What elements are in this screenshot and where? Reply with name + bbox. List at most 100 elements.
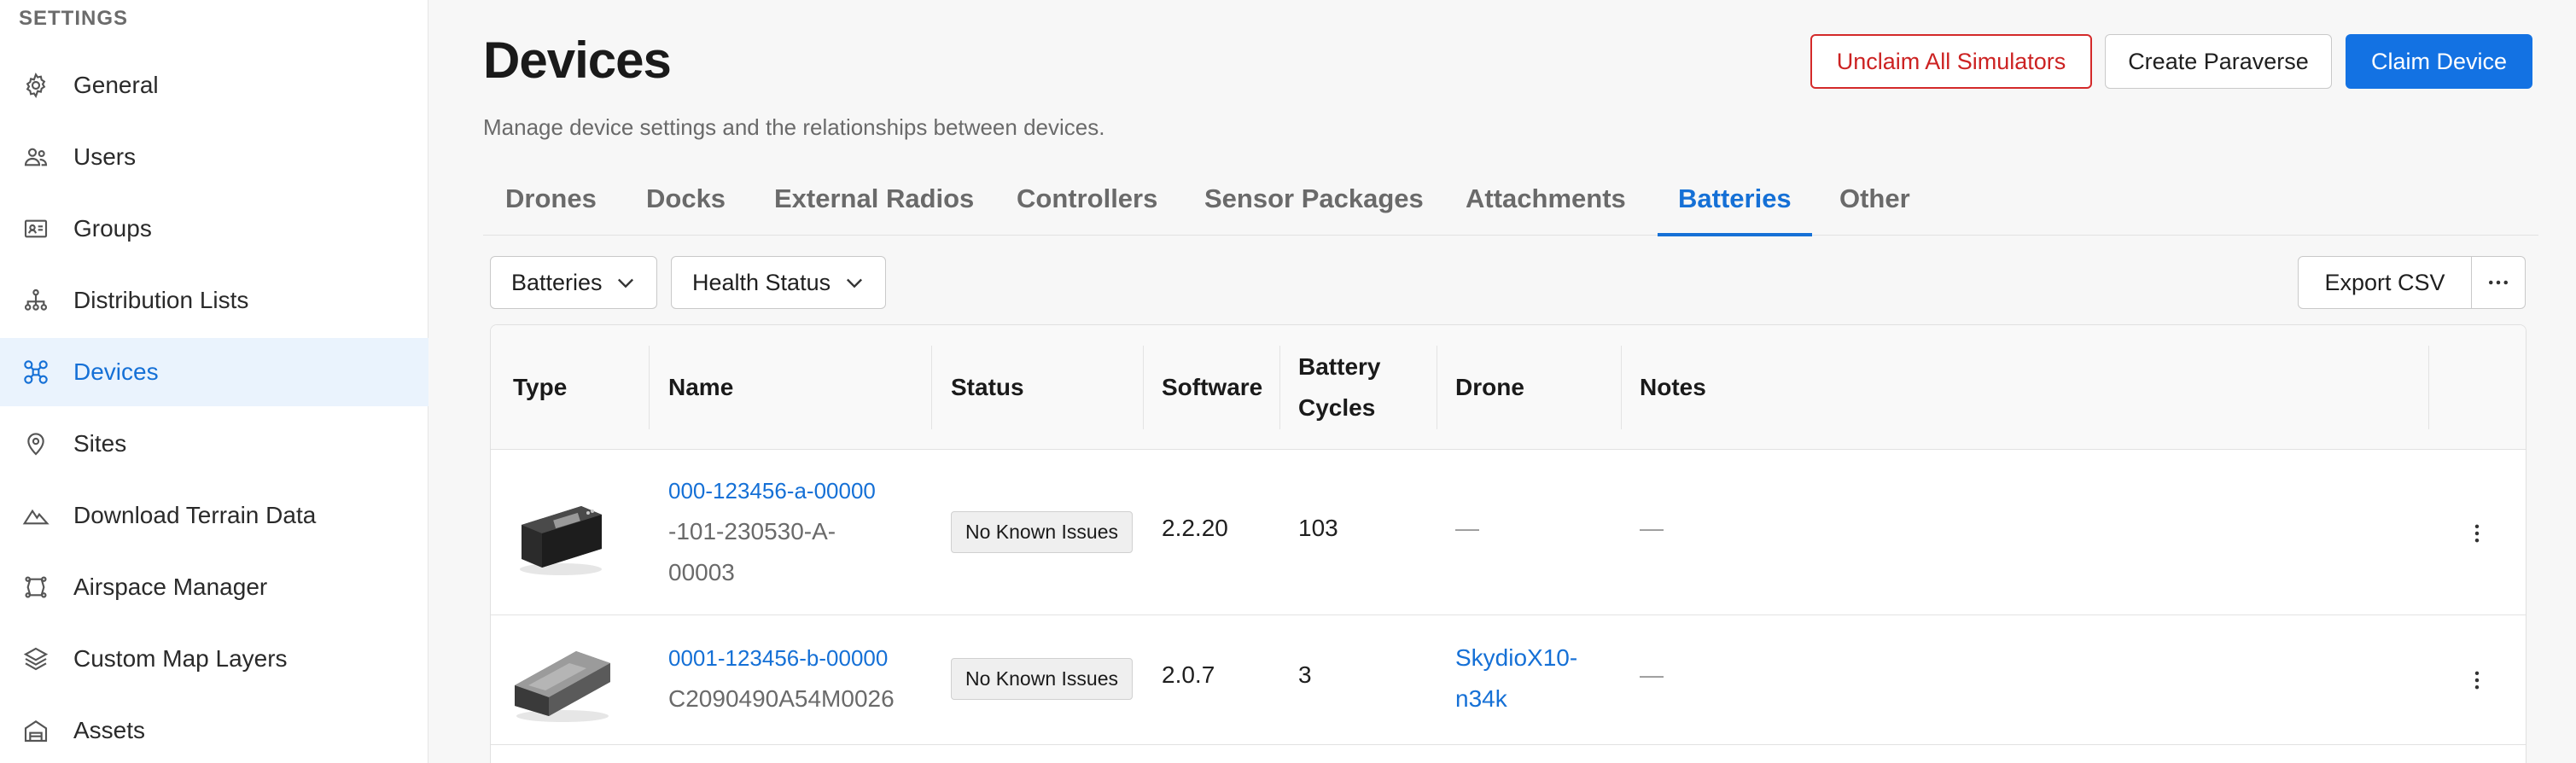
column-divider [1621, 346, 1622, 429]
software-version: 2.0.7 [1162, 661, 1215, 688]
page-title: Devices [483, 32, 672, 89]
main-content: Devices Manage device settings and the r… [428, 0, 2576, 763]
sidebar-item-groups[interactable]: Groups [0, 195, 428, 263]
device-name-cell: 0001-123456-b-00000 C2090490A54M0026 [668, 638, 895, 719]
airspace-icon [20, 572, 51, 603]
device-tabs: Drones Docks External Radios Controllers… [483, 162, 2538, 236]
status-cell: No Known Issues [951, 511, 1133, 553]
column-header-type[interactable]: Type [513, 325, 567, 450]
battery-image-icon [520, 506, 602, 575]
health-status-filter[interactable]: Health Status [671, 256, 886, 309]
tab-docks[interactable]: Docks [646, 162, 726, 236]
sidebar-item-label: Assets [73, 717, 146, 743]
location-pin-icon [20, 428, 51, 459]
column-header-battery-cycles-line2: Cycles [1298, 394, 1376, 421]
export-csv-button[interactable]: Export CSV [2298, 256, 2472, 309]
sidebar-item-general[interactable]: General [0, 51, 428, 119]
sidebar-item-label: Devices [73, 358, 159, 385]
sidebar-item-label: Download Terrain Data [73, 502, 317, 528]
more-vertical-icon [2474, 524, 2480, 543]
column-header-notes[interactable]: Notes [1640, 325, 1706, 450]
sidebar: SETTINGS General Users Groups Distributi… [0, 0, 428, 763]
row-actions-button[interactable] [2460, 663, 2494, 697]
unclaim-all-simulators-button[interactable]: Unclaim All Simulators [1810, 34, 2092, 89]
sidebar-item-custom-map-layers[interactable]: Custom Map Layers [0, 625, 428, 693]
column-header-software[interactable]: Software [1162, 325, 1262, 450]
column-header-status[interactable]: Status [951, 325, 1024, 450]
notes-empty: — [1640, 515, 1664, 541]
device-name-link[interactable]: 0001-123456-b-00000 [668, 638, 888, 679]
device-serial: C2090490A54M0026 [668, 685, 895, 712]
create-paraverse-button[interactable]: Create Paraverse [2105, 34, 2332, 89]
status-badge: No Known Issues [951, 511, 1133, 553]
groups-icon [20, 213, 51, 244]
health-status-filter-value: Health Status [692, 269, 831, 295]
layers-icon [20, 644, 51, 674]
drone-link[interactable]: SkydioX10- n34k [1455, 638, 1577, 719]
sidebar-item-users[interactable]: Users [0, 123, 428, 191]
page-subtitle: Manage device settings and the relations… [483, 114, 1105, 140]
sidebar-item-distribution-lists[interactable]: Distribution Lists [0, 266, 428, 335]
sidebar-item-download-terrain-data[interactable]: Download Terrain Data [0, 481, 428, 550]
sidebar-item-label: General [73, 72, 159, 98]
device-type-filter-value: Batteries [511, 269, 603, 295]
sidebar-item-label: Users [73, 143, 137, 170]
sidebar-item-assets[interactable]: Assets [0, 696, 428, 763]
sidebar-item-label: Sites [73, 430, 127, 457]
column-divider [931, 346, 932, 429]
drone-link-line1: SkydioX10- [1455, 644, 1578, 671]
more-options-button[interactable] [2471, 256, 2526, 309]
chevron-down-icon [618, 278, 633, 288]
more-horizontal-icon [2489, 280, 2508, 285]
sidebar-item-airspace-manager[interactable]: Airspace Manager [0, 553, 428, 621]
battery-image-icon [515, 651, 610, 722]
tab-controllers[interactable]: Controllers [1017, 162, 1157, 236]
drone-empty: — [1455, 515, 1479, 541]
battery-thumbnail [510, 634, 615, 726]
drone-link-line2: n34k [1455, 685, 1507, 712]
device-serial: -101-230530-A- [668, 518, 836, 545]
notes-empty: — [1640, 661, 1664, 688]
sidebar-item-label: Airspace Manager [73, 574, 268, 600]
table-header: Type Name Status Software Battery Cycles… [491, 325, 2526, 450]
battery-cycles: 3 [1298, 661, 1312, 688]
claim-device-button[interactable]: Claim Device [2346, 34, 2532, 89]
software-version: 2.2.20 [1162, 515, 1228, 541]
battery-thumbnail [513, 486, 609, 581]
sidebar-heading: SETTINGS [19, 7, 129, 30]
tab-other[interactable]: Other [1839, 162, 1910, 236]
device-name-link[interactable]: 000-123456-a-00000 [668, 470, 876, 511]
column-divider [1279, 346, 1280, 429]
column-header-battery-cycles-line1: Battery [1298, 353, 1381, 380]
sidebar-item-label: Custom Map Layers [73, 645, 288, 672]
column-divider [649, 346, 650, 429]
batteries-table: Type Name Status Software Battery Cycles… [490, 324, 2526, 763]
drone-icon [20, 357, 51, 387]
column-header-name[interactable]: Name [668, 325, 733, 450]
gear-icon [20, 70, 51, 101]
status-badge: No Known Issues [951, 658, 1133, 700]
device-type-filter[interactable]: Batteries [490, 256, 657, 309]
tab-attachments[interactable]: Attachments [1466, 162, 1626, 236]
chevron-down-icon [847, 278, 862, 288]
more-vertical-icon [2474, 671, 2480, 690]
building-icon [20, 715, 51, 746]
sidebar-item-devices[interactable]: Devices [0, 338, 428, 406]
column-header-battery-cycles[interactable]: Battery Cycles [1298, 325, 1380, 450]
sidebar-item-label: Groups [73, 215, 152, 242]
terrain-icon [20, 500, 51, 531]
sidebar-item-sites[interactable]: Sites [0, 410, 428, 478]
tab-batteries[interactable]: Batteries [1658, 162, 1812, 236]
column-divider [1143, 346, 1144, 429]
column-divider [2428, 346, 2429, 429]
hierarchy-icon [20, 285, 51, 316]
status-cell: No Known Issues [951, 658, 1133, 700]
tab-external-radios[interactable]: External Radios [774, 162, 974, 236]
table-row[interactable]: 0001-123456-b-00000 C2090490A54M0026 No … [491, 615, 2526, 745]
table-row[interactable]: 000-123456-a-00000 -101-230530-A- 00003 … [491, 450, 2526, 615]
users-icon [20, 142, 51, 172]
tab-sensor-packages[interactable]: Sensor Packages [1204, 162, 1424, 236]
tab-drones[interactable]: Drones [505, 162, 597, 236]
column-header-drone[interactable]: Drone [1455, 325, 1524, 450]
row-actions-button[interactable] [2460, 516, 2494, 550]
